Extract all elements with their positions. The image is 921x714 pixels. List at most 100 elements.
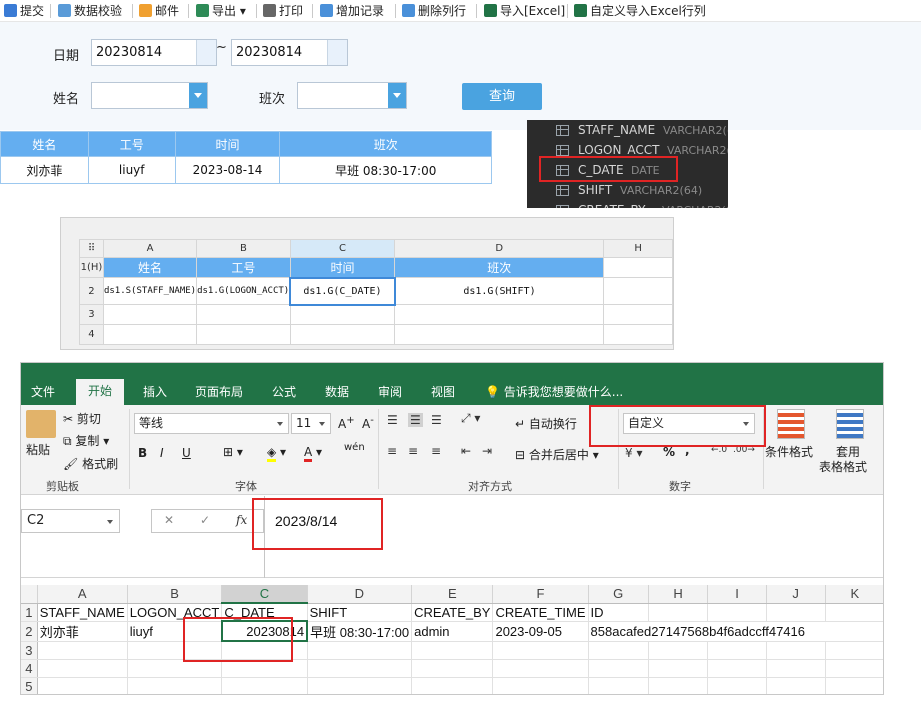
tell-me-box[interactable]: 💡 告诉我您想要做什么...: [485, 381, 623, 403]
sheet-cell[interactable]: [37, 677, 128, 694]
align-bottom-icon[interactable]: ☰: [431, 413, 442, 427]
conditional-format-button[interactable]: 条件格式: [765, 443, 813, 460]
formula-cell[interactable]: ds1.G(C_DATE): [289, 276, 396, 306]
row-header[interactable]: 1: [21, 603, 38, 622]
name-select[interactable]: [91, 82, 208, 109]
orientation-icon[interactable]: ⤢ ▾: [461, 411, 480, 426]
decrease-indent-icon[interactable]: ⇤: [461, 444, 471, 458]
sheet-cell[interactable]: SHIFT: [307, 603, 413, 622]
shift-select[interactable]: [297, 82, 407, 109]
sheet-cell[interactable]: [707, 641, 767, 660]
table-cell[interactable]: liuyf: [87, 156, 176, 184]
column-header[interactable]: K: [825, 585, 883, 604]
border-icon[interactable]: ⊞ ▾: [223, 445, 243, 459]
export-button[interactable]: 导出 ▾: [196, 3, 246, 19]
row-header[interactable]: 4: [79, 324, 104, 345]
empty-cell[interactable]: [603, 324, 673, 345]
currency-icon[interactable]: ¥ ▾: [625, 446, 642, 460]
sheet-cell[interactable]: [648, 641, 709, 660]
empty-cell[interactable]: [102, 324, 198, 345]
sheet-cell[interactable]: [648, 603, 709, 622]
validate-button[interactable]: 数据校验: [58, 3, 122, 19]
header-cell[interactable]: 姓名: [102, 257, 198, 278]
sheet-cell[interactable]: [411, 641, 494, 660]
table-cell[interactable]: 2023-08-14: [174, 156, 281, 184]
phonetic-button[interactable]: wén: [344, 442, 365, 453]
empty-cell[interactable]: [394, 304, 605, 325]
sheet-cell[interactable]: [588, 677, 649, 694]
column-header[interactable]: B: [196, 239, 291, 258]
sheet-cell[interactable]: [221, 677, 308, 694]
field-item[interactable]: STAFF_NAME VARCHAR2((: [527, 120, 728, 140]
delete-row-button[interactable]: 删除列行: [402, 3, 466, 19]
sheet-cell[interactable]: [411, 677, 494, 694]
calendar-icon[interactable]: [327, 40, 347, 65]
row-header[interactable]: 4: [21, 659, 38, 678]
sheet-cell[interactable]: [648, 677, 709, 694]
chevron-down-icon[interactable]: [388, 83, 406, 108]
italic-button[interactable]: I: [160, 446, 164, 460]
sheet-cell[interactable]: [825, 659, 883, 678]
sheet-cell[interactable]: [707, 603, 767, 622]
sheet-cell[interactable]: [492, 659, 589, 678]
bold-button[interactable]: B: [138, 446, 147, 460]
sheet-cell[interactable]: [37, 641, 128, 660]
increase-indent-icon[interactable]: ⇥: [482, 444, 492, 458]
align-top-icon[interactable]: ☰: [387, 413, 398, 427]
empty-cell[interactable]: [102, 304, 198, 325]
empty-cell[interactable]: [603, 277, 673, 305]
header-cell[interactable]: 时间: [289, 257, 396, 278]
sheet-cell[interactable]: [707, 677, 767, 694]
sheet-cell[interactable]: [648, 659, 709, 678]
row-header[interactable]: 3: [21, 641, 38, 660]
column-header[interactable]: H: [648, 585, 709, 604]
format-painter-button[interactable]: 🖌 格式刷: [63, 455, 118, 472]
confirm-icon[interactable]: ✓: [200, 513, 210, 527]
format-as-table-icon[interactable]: [836, 409, 864, 439]
column-header[interactable]: D: [394, 239, 605, 258]
column-header[interactable]: D: [307, 585, 413, 604]
sheet-cell[interactable]: [825, 603, 883, 622]
column-header[interactable]: I: [707, 585, 767, 604]
grow-font-icon[interactable]: A+: [338, 415, 355, 431]
empty-cell[interactable]: [603, 257, 673, 278]
query-button[interactable]: 查询: [462, 83, 542, 110]
empty-cell[interactable]: [603, 304, 673, 325]
sheet-cell[interactable]: 858acafed27147568b4f6adccff47416: [588, 621, 883, 642]
row-header[interactable]: 2: [79, 277, 104, 305]
column-header[interactable]: G: [588, 585, 649, 604]
wrap-text-button[interactable]: ↵ 自动换行: [515, 415, 577, 432]
formula-cell[interactable]: ds1.S(STAFF_NAME): [102, 277, 198, 305]
add-record-button[interactable]: 增加记录: [320, 3, 384, 19]
sheet-cell[interactable]: 刘亦菲: [37, 621, 128, 642]
sheet-cell[interactable]: [707, 659, 767, 678]
sheet-cell[interactable]: [766, 659, 826, 678]
conditional-format-icon[interactable]: [777, 409, 805, 439]
table-cell[interactable]: 早班 08:30-17:00: [279, 156, 492, 184]
sheet-cell[interactable]: [766, 677, 826, 694]
tab-insert[interactable]: 插入: [143, 381, 167, 403]
copy-button[interactable]: ⧉ 复制 ▾: [63, 432, 109, 449]
empty-cell[interactable]: [289, 304, 396, 325]
paste-icon[interactable]: [26, 410, 56, 438]
date-from-input[interactable]: 20230814: [91, 39, 217, 66]
sheet-cell[interactable]: [825, 677, 883, 694]
tab-home[interactable]: 开始: [76, 379, 125, 405]
sheet-cell[interactable]: STAFF_NAME: [37, 603, 128, 622]
empty-cell[interactable]: [196, 304, 291, 325]
column-header[interactable]: E: [411, 585, 494, 604]
align-center-icon[interactable]: ≡: [408, 444, 418, 458]
align-middle-icon[interactable]: ☰: [408, 413, 423, 427]
tab-review[interactable]: 审阅: [378, 381, 402, 403]
column-header[interactable]: F: [492, 585, 589, 604]
sheet-cell[interactable]: [37, 659, 128, 678]
sheet-cell[interactable]: admin: [411, 621, 494, 642]
select-all-corner[interactable]: [21, 585, 38, 604]
format-as-table-button-line2[interactable]: 表格格式: [819, 458, 867, 475]
mail-button[interactable]: 邮件: [139, 3, 179, 19]
formula-cell[interactable]: ds1.G(SHIFT): [394, 277, 605, 305]
sheet-cell[interactable]: [307, 677, 413, 694]
column-header[interactable]: C: [289, 239, 396, 258]
column-header[interactable]: A: [37, 585, 128, 604]
sheet-cell[interactable]: [825, 641, 883, 660]
